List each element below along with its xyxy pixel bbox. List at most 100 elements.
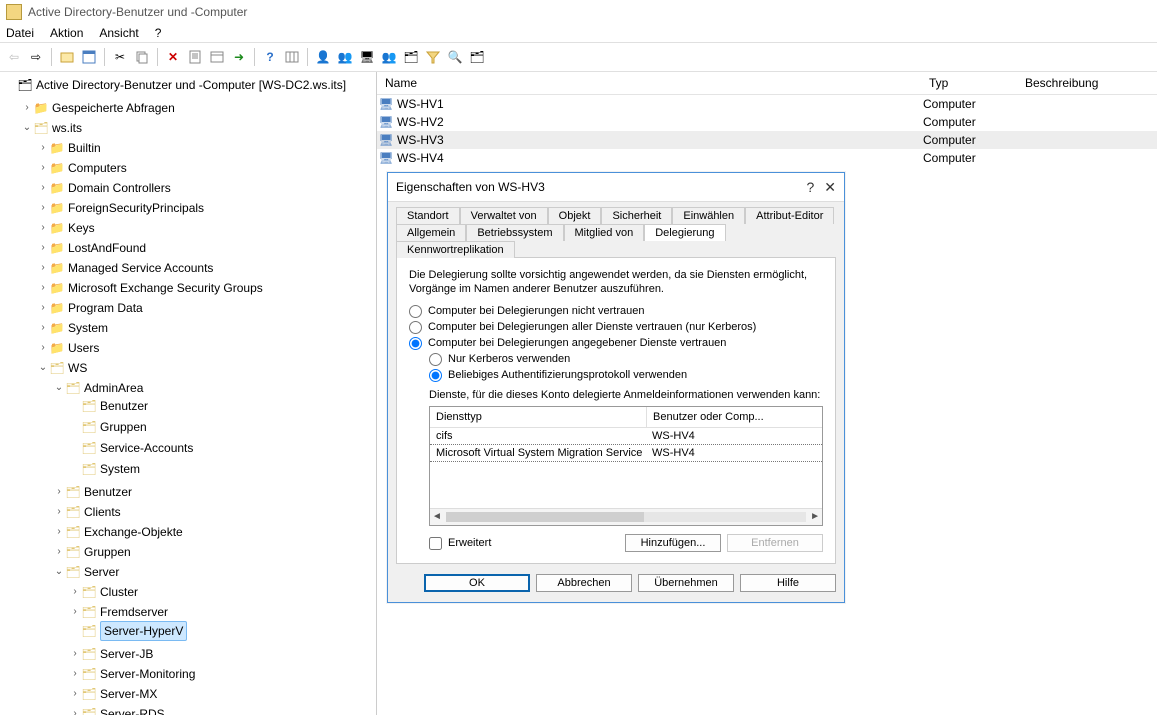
user-icon[interactable]: 👤 <box>313 47 333 67</box>
scroll-left-icon[interactable]: ◄ <box>432 511 442 522</box>
tab-mitglied-von[interactable]: Mitglied von <box>564 224 645 241</box>
list-row[interactable]: 🖥WS-HV3Computer <box>377 131 1157 149</box>
svc-col-user[interactable]: Benutzer oder Comp... <box>647 407 822 427</box>
tree-item[interactable]: ›Domain Controllers <box>36 179 171 197</box>
filter-icon[interactable] <box>423 47 443 67</box>
tab-betriebssystem[interactable]: Betriebssystem <box>466 224 563 241</box>
services-list[interactable]: Diensttyp Benutzer oder Comp... cifsWS-H… <box>429 406 823 526</box>
tree-item[interactable]: ›LostAndFound <box>36 239 146 257</box>
tree-saved-queries[interactable]: › Gespeicherte Abfragen <box>20 99 175 117</box>
menu-aktion[interactable]: Aktion <box>50 26 83 40</box>
tree-item[interactable]: ›Server-JB <box>68 645 153 663</box>
checkbox-erweitert[interactable]: Erweitert <box>429 537 491 550</box>
help-button[interactable]: Hilfe <box>740 574 836 592</box>
search-icon[interactable]: 🔍 <box>445 47 465 67</box>
properties-icon[interactable] <box>185 47 205 67</box>
list-row[interactable]: 🖥WS-HV2Computer <box>377 113 1157 131</box>
col-typ[interactable]: Typ <box>929 76 1025 90</box>
service-row[interactable]: Microsoft Virtual System Migration Servi… <box>430 444 822 462</box>
close-icon[interactable]: ✕ <box>824 179 836 196</box>
tree-item[interactable]: ›Program Data <box>36 299 143 317</box>
horizontal-scrollbar[interactable]: ◄ ► <box>430 508 822 525</box>
tree-item[interactable]: ›Builtin <box>36 139 101 157</box>
radio-kerberos-only[interactable]: Nur Kerberos verwenden <box>429 353 823 366</box>
tree-domain[interactable]: ⌄ ws.its <box>20 119 82 137</box>
computer-icon[interactable]: 🖥 <box>357 47 377 67</box>
radio-trust-all[interactable]: Computer bei Delegierungen aller Dienste… <box>409 321 823 334</box>
list-row[interactable]: 🖥WS-HV4Computer <box>377 149 1157 167</box>
cancel-button[interactable]: Abbrechen <box>536 574 632 592</box>
dialog-help-icon[interactable]: ? <box>806 179 814 196</box>
list-row[interactable]: 🖥WS-HV1Computer <box>377 95 1157 113</box>
tab-verwaltet-von[interactable]: Verwaltet von <box>460 207 548 224</box>
tree-item[interactable]: ›Gruppen <box>52 543 131 561</box>
tree-item[interactable]: Server-HyperV <box>68 621 187 641</box>
tree-item[interactable]: ›Clients <box>52 503 121 521</box>
tree-pane[interactable]: Active Directory-Benutzer und -Computer … <box>0 72 377 715</box>
delete-icon[interactable]: ✕ <box>163 47 183 67</box>
col-desc[interactable]: Beschreibung <box>1025 76 1157 90</box>
nav-forward-icon[interactable]: ⇨ <box>26 47 46 67</box>
tree-item[interactable]: ›Managed Service Accounts <box>36 259 213 277</box>
menu-ansicht[interactable]: Ansicht <box>99 26 138 40</box>
tree-item[interactable]: ⌄WS <box>36 359 87 377</box>
tab-sicherheit[interactable]: Sicherheit <box>601 207 672 224</box>
refresh-domain-icon[interactable]: 🗂 <box>467 47 487 67</box>
tree-item[interactable]: ›Benutzer <box>52 483 132 501</box>
cut-icon[interactable]: ✂ <box>110 47 130 67</box>
group-icon[interactable]: 👥 <box>379 47 399 67</box>
list-icon[interactable] <box>207 47 227 67</box>
tab-allgemein[interactable]: Allgemein <box>396 224 466 241</box>
tree-item[interactable]: ›Microsoft Exchange Security Groups <box>36 279 263 297</box>
tab-objekt[interactable]: Objekt <box>548 207 602 224</box>
tab-delegierung[interactable]: Delegierung <box>644 224 725 241</box>
tab-attribut-editor[interactable]: Attribut-Editor <box>745 207 834 224</box>
tree-item[interactable]: ›Server-MX <box>68 685 157 703</box>
dialog-titlebar[interactable]: Eigenschaften von WS-HV3 ? ✕ <box>388 173 844 201</box>
tree-item[interactable]: Gruppen <box>68 418 147 436</box>
radio-trust-specified[interactable]: Computer bei Delegierungen angegebener D… <box>409 337 823 350</box>
tree-item[interactable]: ⌄AdminArea <box>52 379 143 397</box>
scroll-right-icon[interactable]: ► <box>810 511 820 522</box>
radio-trust-none[interactable]: Computer bei Delegierungen nicht vertrau… <box>409 305 823 318</box>
tree-item[interactable]: ›Exchange-Objekte <box>52 523 183 541</box>
find-user-icon[interactable]: 👥 <box>335 47 355 67</box>
tab-standort[interactable]: Standort <box>396 207 460 224</box>
menu-help[interactable]: ? <box>155 26 162 40</box>
tree-item[interactable]: ›Fremdserver <box>68 603 168 621</box>
tree-item[interactable]: ›Keys <box>36 219 95 237</box>
tree-item[interactable]: ›Server-RDS <box>68 705 165 715</box>
ok-button[interactable]: OK <box>424 574 530 592</box>
service-row[interactable]: cifsWS-HV4 <box>430 428 822 444</box>
columns-icon[interactable] <box>282 47 302 67</box>
tree-item[interactable]: ›Users <box>36 339 99 357</box>
col-name[interactable]: Name <box>377 76 929 90</box>
tree-item[interactable]: Benutzer <box>68 397 148 415</box>
tree-item[interactable]: ›ForeignSecurityPrincipals <box>36 199 204 217</box>
tree-item[interactable]: ›Cluster <box>68 583 138 601</box>
radio-any-protocol[interactable]: Beliebiges Authentifizierungsprotokoll v… <box>429 369 823 382</box>
new-container-icon[interactable] <box>57 47 77 67</box>
tree-item[interactable]: ›Computers <box>36 159 127 177</box>
tree-item[interactable]: ›Server-Monitoring <box>68 665 195 683</box>
folder-icon <box>50 261 64 275</box>
ou-icon[interactable]: 🗂 <box>401 47 421 67</box>
menu-datei[interactable]: Datei <box>6 26 34 40</box>
folder-icon <box>82 707 96 715</box>
column-headers[interactable]: Name Typ Beschreibung <box>377 72 1157 95</box>
tree-item[interactable]: System <box>68 460 140 478</box>
tree-item[interactable]: ⌄Server <box>52 563 119 581</box>
tab-kennwortreplikation[interactable]: Kennwortreplikation <box>396 241 515 258</box>
tab-einw-hlen[interactable]: Einwählen <box>672 207 745 224</box>
window-icon[interactable] <box>79 47 99 67</box>
tree-item[interactable]: ›System <box>36 319 108 337</box>
tree-root[interactable]: Active Directory-Benutzer und -Computer … <box>4 76 346 94</box>
svc-col-type[interactable]: Diensttyp <box>430 407 647 427</box>
apply-button[interactable]: Übernehmen <box>638 574 734 592</box>
export-icon[interactable]: ➜ <box>229 47 249 67</box>
tree-item[interactable]: Service-Accounts <box>68 439 193 457</box>
help-icon[interactable]: ? <box>260 47 280 67</box>
services-label: Dienste, für die dieses Konto delegierte… <box>429 388 823 402</box>
add-button[interactable]: Hinzufügen... <box>625 534 721 552</box>
copy-icon[interactable] <box>132 47 152 67</box>
